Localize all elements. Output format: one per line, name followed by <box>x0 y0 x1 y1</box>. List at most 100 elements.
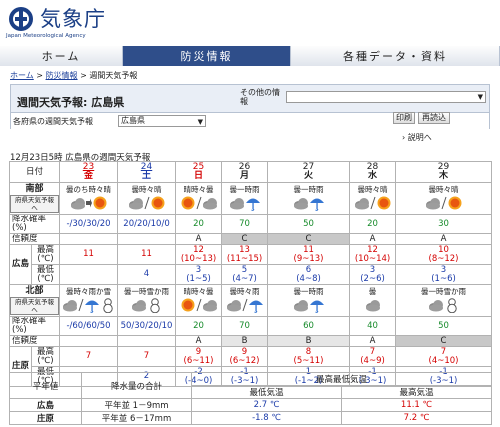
weather-icons <box>351 297 395 315</box>
sun-icon <box>151 196 165 209</box>
snowman-icon <box>446 297 457 313</box>
cloud-icon <box>62 299 77 311</box>
max-temp-range: (9~13) <box>293 253 324 264</box>
other-info-select[interactable]: ▼ <box>286 91 486 103</box>
weather-text: 曇時々晴 <box>131 184 162 194</box>
weather-cell: 曇時々晴 <box>349 182 397 215</box>
pref-forecast-button[interactable]: 府県天気予報へ <box>10 296 59 315</box>
cloud-icon <box>365 299 380 311</box>
reload-button[interactable]: 再読込 <box>418 112 450 124</box>
nav-disaster-info[interactable]: 防災情報 <box>123 46 291 66</box>
day-weekday: 木 <box>439 171 449 181</box>
max-temp: 7 <box>85 351 92 361</box>
min-temp: 4 <box>143 269 150 279</box>
precip-value: 20 <box>175 214 223 234</box>
max-temp-range: (4~9) <box>360 355 385 366</box>
day-weekday: 水 <box>368 171 378 181</box>
reliability-label: 信頼度 <box>8 233 61 245</box>
reliability-value: A <box>395 233 493 245</box>
normals-table: 平年値 降水量の合計 最高最低気温 最低気温 最高気温 広島 平年並 1－9mm… <box>9 372 493 425</box>
precip-value: 30 <box>395 214 493 234</box>
precip-value: 50 <box>267 214 351 234</box>
precip-value: 40 <box>349 316 397 336</box>
precip-value: 20 <box>349 214 397 234</box>
min-temp-cell: 5 (4~7) <box>221 264 269 285</box>
nav-data[interactable]: 各種データ・資料 <box>291 46 500 66</box>
weather-icons <box>397 297 491 315</box>
reliability-value: C <box>221 233 269 245</box>
reliability-value <box>59 335 119 347</box>
weather-icons <box>351 195 395 213</box>
min-temp-range: (4~8) <box>296 273 321 284</box>
nav-home[interactable]: ホーム <box>0 46 123 66</box>
precip-value: -/60/60/50 <box>59 316 119 336</box>
site-title[interactable]: 気象庁 <box>40 3 106 33</box>
breadcrumb-current: 週間天気予報 <box>89 71 138 80</box>
max-label: 最高(℃) <box>30 346 61 367</box>
max-temp: 11 <box>141 249 152 259</box>
pref-select[interactable]: 広島県 ▼ <box>118 115 206 127</box>
max-temp-cell: 11 (9~13) <box>267 244 351 265</box>
max-temp-cell: 10 (8~12) <box>395 244 493 265</box>
weather-cell: 曇 <box>349 284 397 317</box>
cloud-icon <box>354 197 369 209</box>
max-label: 最高(℃) <box>30 244 61 265</box>
max-temp-range: (4~10) <box>428 355 459 366</box>
normals-precip-head: 降水量の合計 <box>81 372 192 399</box>
breadcrumb-home[interactable]: ホーム <box>10 71 34 80</box>
site-subtitle: Japan Meteorological Agency <box>6 33 86 39</box>
weather-cell: 曇一時雪か雨 <box>395 284 493 317</box>
normals-min: -1.8 ℃ <box>191 411 342 425</box>
precip-value: 20 <box>175 316 223 336</box>
weather-cell: 曇時々雨 <box>221 284 269 317</box>
weather-text: 曇一時雨 <box>229 184 260 194</box>
region-area: 北部 府県天気予報へ <box>8 284 61 317</box>
panel-title: 週間天気予報: 広島県 <box>17 96 125 109</box>
reliability-value: A <box>349 335 397 347</box>
snowman-icon <box>149 297 160 313</box>
weekly-forecast-table: 日付 23 金 24 土 25 日 26 月 27 火 28 水 29 木南部 府県天気予報へ 曇のち時々晴 曇時… <box>8 161 493 387</box>
min-temp-cell: 3 (1~6) <box>395 264 493 285</box>
reliability-value <box>117 335 177 347</box>
min-temp-range: (1~6) <box>431 273 456 284</box>
max-temp-cell: 13 (11~15) <box>221 244 269 265</box>
explanation-link[interactable]: › 説明へ <box>402 132 432 143</box>
region-name: 南部 <box>25 183 44 194</box>
weather-text: 曇時々晴 <box>357 184 388 194</box>
day-weekday: 日 <box>194 171 204 181</box>
weather-text: 曇時々晴 <box>428 184 459 194</box>
normals-precip: 平年並 1－9mm <box>81 398 192 412</box>
weather-text: 晴時々曇 <box>183 286 214 296</box>
precip-label: 降水確率(%) <box>8 316 61 336</box>
weather-text: 曇時々雨 <box>229 286 260 296</box>
normals-city: 広島 <box>9 398 82 412</box>
breadcrumb: ホーム > 防災情報 > 週間天気予報 <box>10 70 137 81</box>
cloud-icon <box>293 197 308 209</box>
pref-forecast-button[interactable]: 府県天気予報へ <box>10 194 59 213</box>
cloud-icon <box>428 299 443 311</box>
min-label: 最低(℃) <box>30 264 61 285</box>
max-temp-cell: 11 <box>59 244 119 265</box>
region-area: 南部 府県天気予報へ <box>8 182 61 215</box>
precip-value: 70 <box>221 214 269 234</box>
normals-city: 庄原 <box>9 411 82 425</box>
precip-value: 70 <box>221 316 269 336</box>
sun-icon <box>448 196 462 209</box>
max-temp-cell: 9 (6~12) <box>221 346 269 367</box>
normals-min: 2.7 ℃ <box>191 398 342 412</box>
umbrella-icon <box>309 198 324 211</box>
reliability-value <box>117 233 177 245</box>
reliability-label: 信頼度 <box>8 335 61 347</box>
precip-label: 降水確率(%) <box>8 214 61 234</box>
max-temp-cell: 8 (5~11) <box>267 346 351 367</box>
weather-icons <box>269 195 349 213</box>
breadcrumb-disaster[interactable]: 防災情報 <box>46 71 78 80</box>
jma-logo-icon[interactable] <box>6 5 38 33</box>
weather-cell: 曇時々晴 <box>117 182 177 215</box>
max-temp-range: (5~11) <box>293 355 324 366</box>
umbrella-icon <box>84 300 99 313</box>
print-button[interactable]: 印刷 <box>393 112 415 124</box>
cloud-icon <box>229 197 244 209</box>
weather-icons <box>177 297 221 315</box>
max-temp-range: (11~15) <box>226 253 263 264</box>
